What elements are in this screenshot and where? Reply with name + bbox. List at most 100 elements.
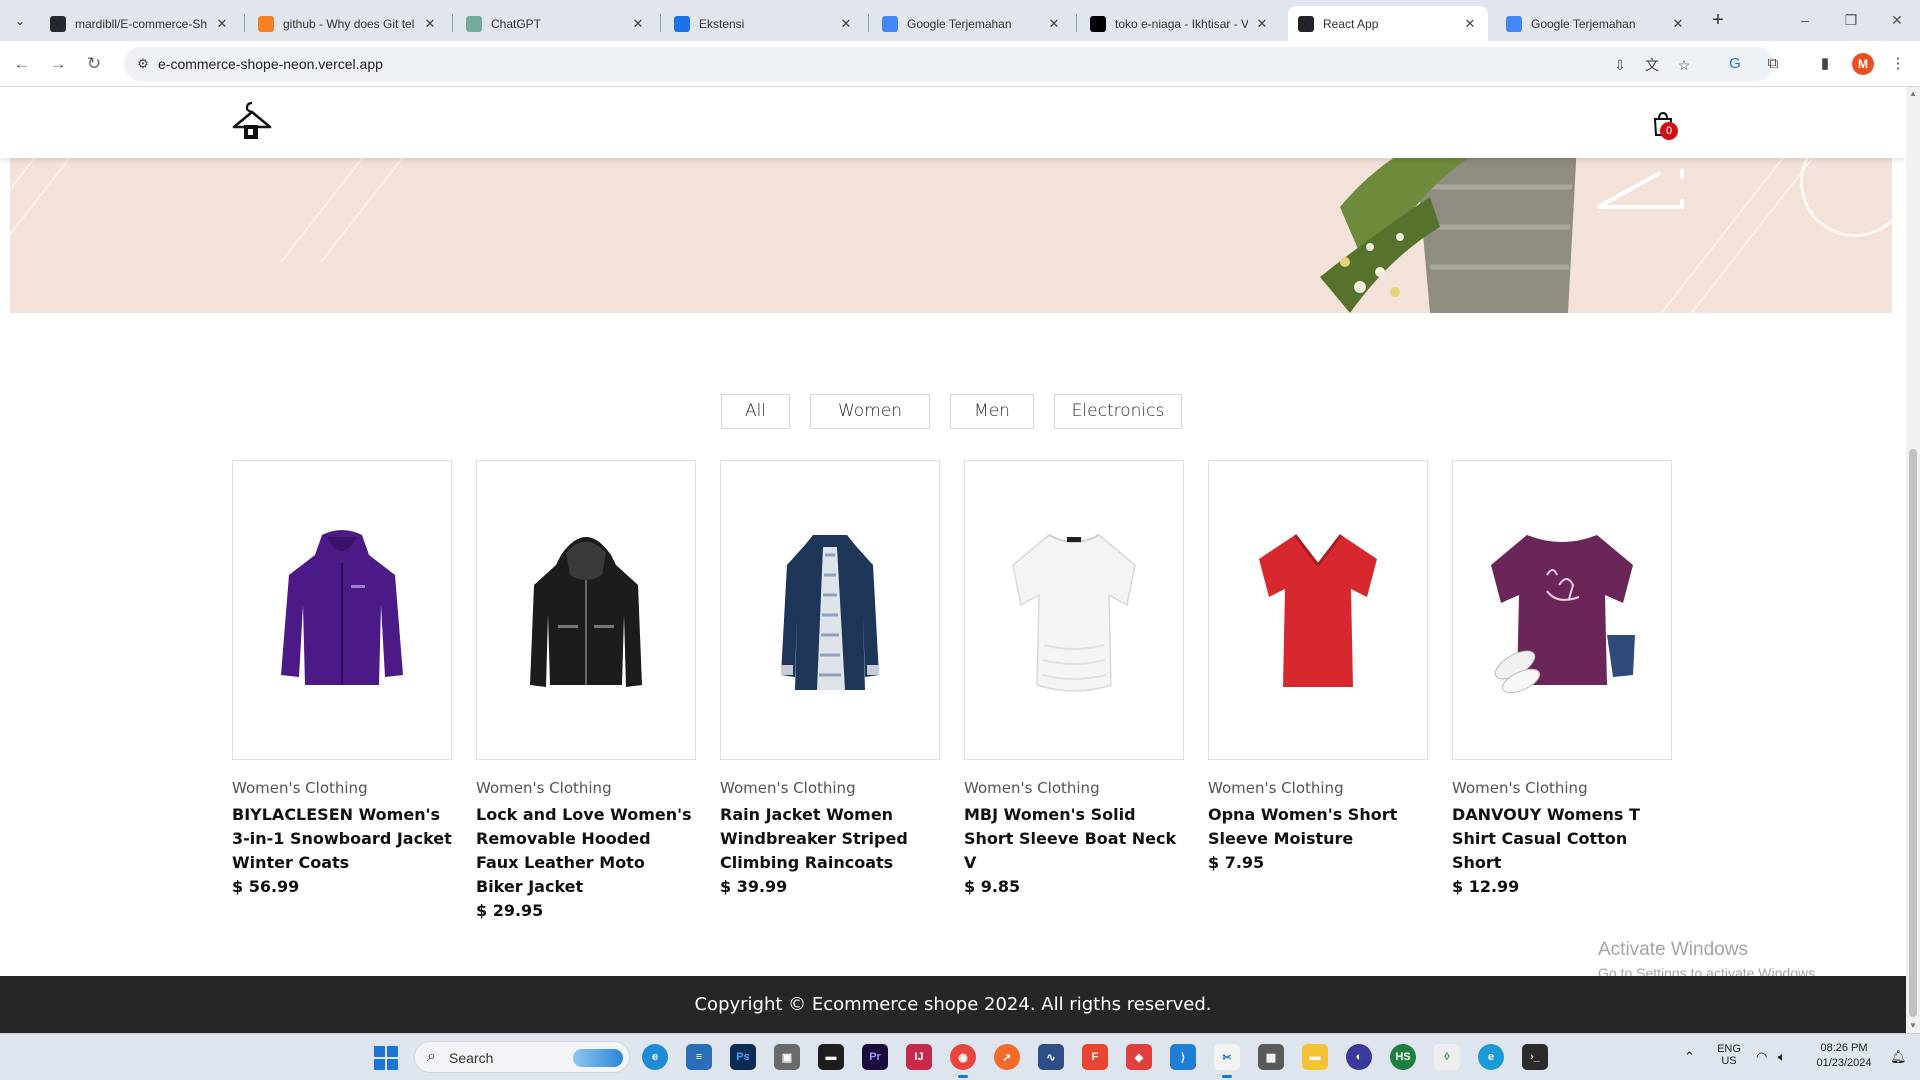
browser-tab-label: toko e-niaga - Ikhtisar - V [1115,16,1248,31]
scrollbar-thumb[interactable] [1909,449,1917,1017]
anydesk-icon[interactable]: ◆ [1126,1044,1152,1070]
site-settings-icon[interactable]: ⚙ [134,55,152,73]
product-category: Women's Clothing [964,779,1100,797]
filter-all-button[interactable]: All [721,394,790,429]
product-image[interactable] [476,460,696,760]
premiere-icon[interactable]: Pr [862,1044,888,1070]
bookmark-star-icon[interactable]: ☆ [1674,55,1694,75]
minimize-icon[interactable]: – [1782,6,1828,34]
hs-app-icon[interactable]: HS [1390,1044,1416,1070]
translate-page-icon[interactable]: 文 [1642,55,1662,75]
restore-icon[interactable]: ❐ [1828,6,1874,34]
product-card[interactable]: Women's Clothing Opna Women's Short Slee… [1208,460,1428,875]
product-title[interactable]: DANVOUY Womens T Shirt Casual Cotton Sho… [1452,803,1672,875]
close-tab-icon[interactable]: ✕ [1046,16,1062,32]
filter-women-button[interactable]: Women [810,394,930,429]
product-image[interactable] [1452,460,1672,760]
browser-app-icon[interactable]: ◐ [1346,1044,1372,1070]
product-image[interactable] [1208,460,1428,760]
clock-date: 01/23/2024 [1816,1057,1872,1069]
url-text[interactable]: e-commerce-shope-neon.vercel.app [158,56,383,72]
file-explorer-icon[interactable]: ▬ [1302,1044,1328,1070]
arduino-icon[interactable]: ∿ [1038,1044,1064,1070]
wifi-icon[interactable]: ◠ [1756,1049,1767,1065]
powershell-icon[interactable]: ›_ [1522,1044,1548,1070]
taskbar-search[interactable]: ⌕ Search [414,1041,630,1073]
close-tab-icon[interactable]: ✕ [1462,16,1478,32]
browser-tab[interactable]: mardibll/E-commerce-Sh ✕ [40,6,240,41]
postman-icon[interactable]: ➚ [994,1044,1020,1070]
close-tab-icon[interactable]: ✕ [838,16,854,32]
purple-be-kind-tshirt-image [1491,535,1635,694]
product-image[interactable] [964,460,1184,760]
puzzle-icon [674,15,690,32]
browser-tab[interactable]: ChatGPT ✕ [456,6,656,41]
close-tab-icon[interactable]: ✕ [214,16,230,32]
tab-search-button[interactable]: ⌄ [8,9,32,33]
clock[interactable]: 08:26 PM 01/23/2024 [1808,1042,1880,1069]
activate-windows-watermark: Activate Windows Go to Settings to activ… [1598,939,1819,981]
install-app-icon[interactable]: ⇩ [1610,55,1630,75]
notifications-bell-icon[interactable]: 🔔︎ [1890,1049,1907,1065]
scroll-down-icon[interactable]: ▼ [1906,1019,1920,1033]
purple-winter-jacket-image [281,530,403,685]
product-title[interactable]: Lock and Love Women's Removable Hooded F… [476,803,696,899]
close-tab-icon[interactable]: ✕ [1254,16,1270,32]
virtualbox-icon[interactable]: ▣ [774,1044,800,1070]
mongodb-icon[interactable]: ◊ [1434,1044,1460,1070]
hanger-logo-icon[interactable] [232,101,272,141]
figma-icon[interactable]: F [1082,1044,1108,1070]
close-tab-icon[interactable]: ✕ [422,16,438,32]
edge-dev-icon[interactable]: e [1478,1044,1504,1070]
translate-extension-icon[interactable]: G [1724,53,1746,75]
reload-icon[interactable]: ↻ [80,50,108,78]
product-title[interactable]: Opna Women's Short Sleeve Moisture [1208,803,1428,851]
close-window-icon[interactable]: ✕ [1874,6,1920,34]
product-card[interactable]: Women's Clothing Lock and Love Women's R… [476,460,696,923]
new-tab-button[interactable]: + [1704,8,1732,34]
product-title[interactable]: MBJ Women's Solid Short Sleeve Boat Neck… [964,803,1184,875]
cart-count-badge[interactable]: 0 [1660,122,1678,140]
filter-electronics-button[interactable]: Electronics [1054,394,1182,429]
product-title[interactable]: Rain Jacket Women Windbreaker Striped Cl… [720,803,940,875]
browser-tab[interactable]: Google Terjemahan ✕ [1496,6,1696,41]
photoshop-icon[interactable]: Ps [730,1044,756,1070]
browser-tab[interactable]: React App ✕ [1288,6,1488,41]
scroll-up-icon[interactable]: ▲ [1906,87,1920,101]
windows-start-icon[interactable] [374,1046,398,1070]
browser-tab[interactable]: toko e-niaga - Ikhtisar - V ✕ [1080,6,1280,41]
product-card[interactable]: Women's Clothing MBJ Women's Solid Short… [964,460,1184,899]
browser-tab[interactable]: github - Why does Git tel ✕ [248,6,448,41]
profile-avatar[interactable]: M [1852,53,1874,75]
browser-tab[interactable]: Ekstensi ✕ [664,6,864,41]
chrome-icon[interactable]: ◉ [950,1044,976,1078]
browser-tab[interactable]: Google Terjemahan ✕ [872,6,1072,41]
close-tab-icon[interactable]: ✕ [1670,16,1686,32]
edge-icon[interactable]: e [642,1044,668,1070]
more-menu-icon[interactable]: ⋮ [1887,53,1909,75]
product-card[interactable]: Women's Clothing BIYLACLESEN Women's 3-i… [232,460,452,899]
intellij-icon[interactable]: IJ [906,1044,932,1070]
address-bar[interactable]: ⚙ e-commerce-shope-neon.vercel.app ⇩ 文 ☆ [124,47,1774,81]
snipping-tool-icon[interactable]: ✂ [1214,1044,1240,1078]
page-scrollbar[interactable]: ▲ ▼ [1906,87,1920,1033]
language-indicator[interactable]: ENG US [1714,1043,1744,1067]
terminal-icon[interactable]: ▬ [818,1044,844,1070]
calculator-icon[interactable]: ▦ [1258,1044,1284,1070]
volume-icon[interactable]: 🔈︎ [1778,1049,1786,1065]
side-panel-icon[interactable]: ▮ [1814,53,1836,75]
notepad-icon[interactable]: ≡ [686,1044,712,1070]
close-tab-icon[interactable]: ✕ [630,16,646,32]
product-image[interactable] [720,460,940,760]
tray-expand-icon[interactable]: ⌃ [1684,1049,1695,1065]
filter-men-button[interactable]: Men [950,394,1034,429]
product-card[interactable]: Women's Clothing Rain Jacket Women Windb… [720,460,940,899]
vscode-icon[interactable]: ⟩ [1170,1044,1196,1070]
product-title[interactable]: BIYLACLESEN Women's 3-in-1 Snowboard Jac… [232,803,452,875]
product-card[interactable]: Women's Clothing DANVOUY Womens T Shirt … [1452,460,1672,899]
forward-icon[interactable]: → [44,50,72,78]
product-image[interactable] [232,460,452,760]
back-icon[interactable]: ← [8,50,36,78]
product-category: Women's Clothing [232,779,368,797]
extensions-puzzle-icon[interactable]: ⧉ [1762,53,1784,75]
